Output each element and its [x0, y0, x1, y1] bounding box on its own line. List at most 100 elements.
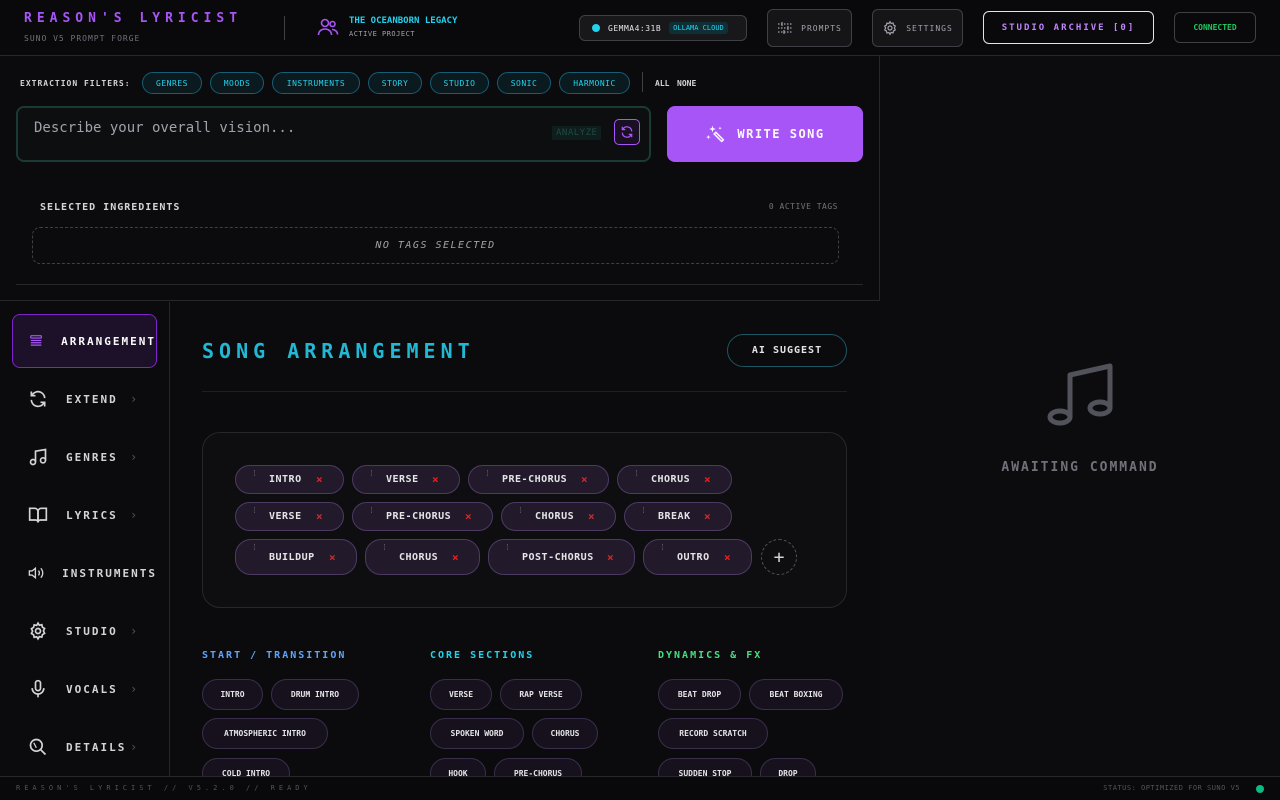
remove-icon[interactable]: ×: [452, 551, 459, 564]
status-bar: REASON'S LYRICIST // V5.2.0 // READY STA…: [0, 776, 1280, 800]
remove-icon[interactable]: ×: [465, 510, 472, 523]
sequence-item[interactable]: ⁞ PRE-CHORUS ×: [352, 502, 493, 531]
remove-icon[interactable]: ×: [704, 510, 711, 523]
filters-label: EXTRACTION FILTERS:: [20, 79, 131, 88]
palette-item[interactable]: SUDDEN STOP: [658, 758, 752, 776]
filter-all-button[interactable]: ALL: [655, 79, 669, 88]
settings-label: SETTINGS: [906, 23, 953, 33]
sidebar-label: ARRANGEMENT: [61, 334, 156, 348]
arrangement-title: SONG ARRANGEMENT: [202, 339, 475, 363]
palette-item[interactable]: ATMOSPHERIC INTRO: [202, 718, 328, 749]
filter-chip-instruments[interactable]: INSTRUMENTS: [272, 72, 360, 94]
remove-icon[interactable]: ×: [607, 551, 614, 564]
drag-handle-icon[interactable]: ⁞: [252, 507, 257, 515]
write-song-label: WRITE SONG: [737, 127, 825, 141]
model-selector[interactable]: GEMMA4:31B OLLAMA CLOUD: [579, 15, 747, 41]
filter-none-button[interactable]: NONE: [677, 79, 696, 88]
sequence-item[interactable]: ⁞ PRE-CHORUS ×: [468, 465, 609, 494]
sequence-label: BREAK: [658, 511, 691, 522]
sequence-item[interactable]: ⁞ BUILDUP ×: [235, 539, 357, 575]
drag-handle-icon[interactable]: ⁞: [485, 470, 490, 478]
remove-icon[interactable]: ×: [588, 510, 595, 523]
music-note-icon: [29, 448, 47, 466]
sequence-label: PRE-CHORUS: [502, 474, 568, 485]
sidebar-item-extend[interactable]: EXTEND ›: [12, 372, 157, 426]
palette-item[interactable]: RAP VERSE: [500, 679, 582, 710]
magnifier-icon: [29, 738, 47, 756]
sequence-item[interactable]: ⁞ CHORUS ×: [365, 539, 480, 575]
remove-icon[interactable]: ×: [581, 473, 588, 486]
prompts-button[interactable]: PROMPTS: [767, 9, 852, 47]
sequence-item[interactable]: ⁞ CHORUS ×: [617, 465, 732, 494]
sidebar-item-lyrics[interactable]: LYRICS ›: [12, 488, 157, 542]
palette-item[interactable]: COLD INTRO: [202, 758, 290, 776]
drag-handle-icon[interactable]: ⁞: [641, 507, 646, 515]
sequence-item[interactable]: ⁞ OUTRO ×: [643, 539, 752, 575]
add-section-button[interactable]: +: [761, 539, 797, 575]
sidebar-item-details[interactable]: DETAILS ›: [12, 720, 157, 774]
active-project[interactable]: THE OCEANBORN LEGACY ACTIVE PROJECT: [317, 16, 457, 38]
palette-item[interactable]: SPOKEN WORD: [430, 718, 524, 749]
sequence-item[interactable]: ⁞ CHORUS ×: [501, 502, 616, 531]
optimization-status: STATUS: OPTIMIZED FOR SUNO V5: [1103, 784, 1240, 792]
sequence-item[interactable]: ⁞ VERSE ×: [235, 502, 344, 531]
analyze-button[interactable]: ANALYZE: [552, 126, 602, 140]
drag-handle-icon[interactable]: ⁞: [382, 544, 387, 552]
remove-icon[interactable]: ×: [724, 551, 731, 564]
remove-icon[interactable]: ×: [432, 473, 439, 486]
sidebar-item-arrangement[interactable]: ARRANGEMENT: [12, 314, 157, 368]
palette-item[interactable]: INTRO: [202, 679, 263, 710]
sidebar-label: INSTRUMENTS: [62, 566, 157, 580]
remove-icon[interactable]: ×: [316, 510, 323, 523]
sidebar-item-vocals[interactable]: VOCALS ›: [12, 662, 157, 716]
vision-input[interactable]: [34, 120, 534, 136]
sequence-item[interactable]: ⁞ BREAK ×: [624, 502, 732, 531]
ingredients-title: SELECTED INGREDIENTS: [40, 202, 181, 213]
filter-chip-sonic[interactable]: SONIC: [497, 72, 551, 94]
palette-item[interactable]: CHORUS: [532, 718, 598, 749]
sequence-item[interactable]: ⁞ INTRO ×: [235, 465, 344, 494]
palette-item[interactable]: DROP: [760, 758, 816, 776]
filter-chip-studio[interactable]: STUDIO: [430, 72, 489, 94]
palette-item[interactable]: HOOK: [430, 758, 486, 776]
sliders-icon: [778, 22, 793, 34]
palette-item[interactable]: PRE-CHORUS: [494, 758, 582, 776]
sidebar-item-studio[interactable]: STUDIO ›: [12, 604, 157, 658]
palette-item[interactable]: VERSE: [430, 679, 492, 710]
sequence-label: VERSE: [386, 474, 419, 485]
remove-icon[interactable]: ×: [329, 551, 336, 564]
drag-handle-icon[interactable]: ⁞: [252, 470, 257, 478]
palette-item[interactable]: BEAT BOXING: [749, 679, 843, 710]
settings-button[interactable]: SETTINGS: [872, 9, 963, 47]
regenerate-button[interactable]: [614, 119, 640, 145]
drag-handle-icon[interactable]: ⁞: [369, 507, 374, 515]
filter-chip-story[interactable]: STORY: [368, 72, 422, 94]
drag-handle-icon[interactable]: ⁞: [660, 544, 665, 552]
start-transition-title: START / TRANSITION: [202, 650, 347, 661]
drag-handle-icon[interactable]: ⁞: [634, 470, 639, 478]
remove-icon[interactable]: ×: [704, 473, 711, 486]
remove-icon[interactable]: ×: [316, 473, 323, 486]
write-song-button[interactable]: WRITE SONG: [667, 106, 863, 162]
drag-handle-icon[interactable]: ⁞: [252, 544, 257, 552]
drag-handle-icon[interactable]: ⁞: [505, 544, 510, 552]
filter-chip-moods[interactable]: MOODS: [210, 72, 264, 94]
drag-handle-icon[interactable]: ⁞: [518, 507, 523, 515]
palette-item[interactable]: RECORD SCRATCH: [658, 718, 768, 749]
sequence-item[interactable]: ⁞ POST-CHORUS ×: [488, 539, 635, 575]
studio-archive-button[interactable]: STUDIO ARCHIVE [0]: [983, 11, 1154, 44]
book-icon: [28, 507, 48, 523]
music-note-icon: [1047, 363, 1113, 426]
refresh-icon: [30, 390, 46, 408]
model-provider-badge: OLLAMA CLOUD: [669, 22, 728, 34]
connection-status[interactable]: CONNECTED: [1174, 12, 1256, 43]
sequence-item[interactable]: ⁞ VERSE ×: [352, 465, 460, 494]
palette-item[interactable]: BEAT DROP: [658, 679, 741, 710]
palette-item[interactable]: DRUM INTRO: [271, 679, 359, 710]
sidebar-item-instruments[interactable]: INSTRUMENTS: [12, 546, 157, 600]
sidebar-item-genres[interactable]: GENRES ›: [12, 430, 157, 484]
filter-chip-harmonic[interactable]: HARMONIC: [559, 72, 630, 94]
filter-chip-genres[interactable]: GENRES: [142, 72, 202, 94]
drag-handle-icon[interactable]: ⁞: [369, 470, 374, 478]
ai-suggest-button[interactable]: AI SUGGEST: [727, 334, 847, 367]
